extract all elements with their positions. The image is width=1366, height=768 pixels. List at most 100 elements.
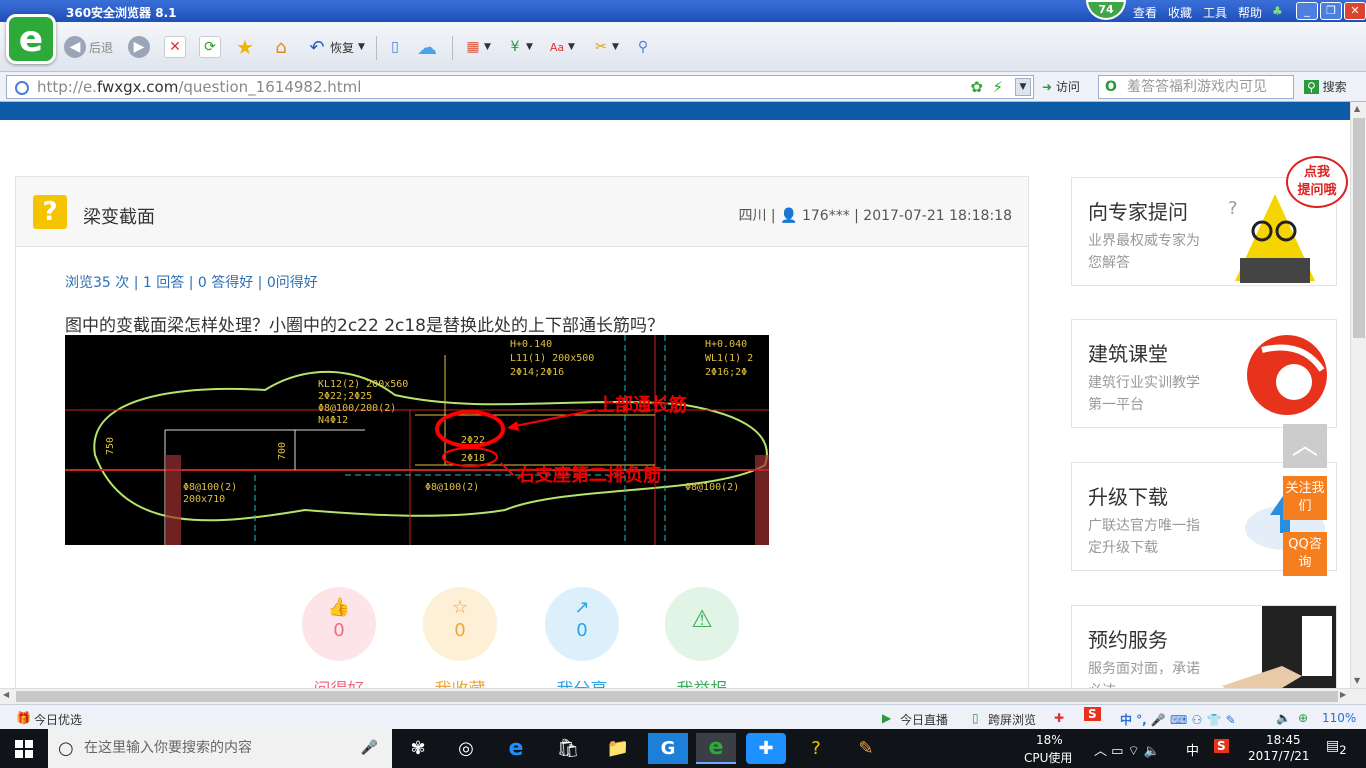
cross-screen-link[interactable]: 跨屏浏览: [988, 711, 1036, 728]
like-button[interactable]: 👍 0: [302, 587, 376, 661]
today-live-link[interactable]: 今日直播: [900, 711, 948, 728]
taskbar-search-input[interactable]: ○ 在这里输入你要搜索的内容 🎤: [48, 729, 392, 768]
payment-button[interactable]: ¥ ▼: [504, 36, 533, 58]
skin-icon[interactable]: ♣: [1272, 4, 1283, 18]
annotation-top-bar: 上部通长筋: [597, 394, 687, 416]
url-input[interactable]: http://e.fwxgx.com/question_1614982.html…: [6, 75, 1034, 99]
stop-button[interactable]: ✕: [164, 36, 186, 58]
glodon-app-icon[interactable]: G: [648, 733, 688, 764]
ime-indicator[interactable]: 中: [1186, 740, 1199, 759]
scroll-left-icon[interactable]: ◀: [3, 690, 9, 699]
cad-drawing-image[interactable]: KL12(2) 200x560 2Φ22;2Φ25 Φ8@100/200(2) …: [65, 335, 769, 545]
forward-button[interactable]: ▶: [128, 36, 150, 58]
ask-question-bubble[interactable]: 点我 提问哦: [1286, 156, 1348, 208]
search-input[interactable]: O 羞答答福利游戏内可见: [1098, 75, 1294, 99]
browser-swirl-icon[interactable]: ◎: [446, 733, 486, 764]
scroll-down-icon[interactable]: ▼: [1354, 676, 1360, 685]
page-icon: [15, 81, 29, 95]
scroll-up-icon[interactable]: ▲: [1354, 104, 1360, 113]
report-button[interactable]: ⚠: [665, 587, 739, 661]
file-explorer-icon[interactable]: 📁: [598, 733, 638, 764]
zoom-button[interactable]: ⚲: [632, 36, 654, 58]
minimize-button[interactable]: _: [1296, 2, 1318, 20]
apps-grid-icon: ▦: [466, 39, 480, 55]
screenshot-button[interactable]: ✂ ▼: [590, 36, 619, 58]
mobile-button[interactable]: ▯: [384, 36, 406, 58]
svg-text:200x710: 200x710: [183, 494, 225, 505]
apps-button[interactable]: ▦ ▼: [462, 36, 491, 58]
search-icon: ⚲: [1304, 80, 1319, 94]
cpu-percent: 18%: [1036, 733, 1063, 747]
star-icon: ★: [236, 35, 254, 59]
refresh-icon: ⟳: [199, 36, 221, 58]
volume-icon[interactable]: 🔈: [1276, 711, 1291, 725]
star-icon: ☆: [451, 597, 469, 618]
back-to-top-button[interactable]: ︿: [1283, 424, 1327, 468]
windows-taskbar: ○ 在这里输入你要搜索的内容 🎤 ✾ ◎ e 🛍 📁 G e ✚ ? ✎ 18%…: [0, 729, 1366, 768]
security-icon[interactable]: ✚: [1054, 711, 1064, 725]
favorite-button[interactable]: ★: [234, 35, 256, 59]
browser-logo-icon[interactable]: e: [6, 14, 56, 64]
svg-text:2Φ18: 2Φ18: [461, 453, 485, 464]
user-level-badge[interactable]: 74: [1086, 0, 1126, 20]
vertical-scrollbar[interactable]: ▲ ▼: [1350, 102, 1366, 688]
phone-icon: ▯: [972, 711, 979, 725]
go-arrow-icon: ➜: [1042, 80, 1053, 94]
question-app-icon[interactable]: ?: [796, 733, 836, 764]
vertical-scroll-thumb[interactable]: [1353, 118, 1365, 338]
secure-icon[interactable]: ✿: [970, 76, 983, 98]
thumb-up-icon: 👍: [327, 597, 351, 618]
favorite-question-button[interactable]: ☆ 0: [423, 587, 497, 661]
url-dropdown-icon[interactable]: ▼: [1015, 78, 1031, 96]
question-text: 图中的变截面梁怎样处理？小圈中的2c22 2c18是替换此处的上下部通长筋吗？: [65, 316, 664, 336]
windows-start-button[interactable]: [0, 729, 48, 768]
appointment-service-card[interactable]: 预约服务 服务面对面，承诺必达: [1071, 605, 1337, 688]
menu-favorites[interactable]: 收藏: [1168, 4, 1192, 21]
restore-button[interactable]: ↶ 恢复 ▼: [306, 36, 364, 58]
microphone-icon[interactable]: 🎤: [361, 729, 378, 768]
visit-button[interactable]: ➜ 访问: [1042, 78, 1080, 95]
search-button[interactable]: ⚲ 搜索: [1304, 78, 1347, 95]
cloud-button[interactable]: ☁: [416, 35, 438, 59]
sogou-tray-icon[interactable]: S: [1214, 739, 1229, 753]
toolbar-separator: [452, 36, 453, 60]
svg-text:Φ8@100(2): Φ8@100(2): [183, 482, 237, 493]
share-button[interactable]: ↗ 0: [545, 587, 619, 661]
tray-icons[interactable]: ︿ ▭ ⌔ 🔈: [1094, 740, 1160, 759]
menu-help[interactable]: 帮助: [1238, 4, 1262, 21]
notes-app-icon[interactable]: ✎: [846, 733, 886, 764]
today-picks-link[interactable]: 今日优选: [34, 711, 82, 728]
address-bar: http://e.fwxgx.com/question_1614982.html…: [0, 72, 1366, 102]
like-label: 问得好: [294, 675, 384, 688]
ime-toolbar[interactable]: 中 °, 🎤 ⌨ ⚇ 👕 ✎: [1120, 711, 1236, 728]
maximize-button[interactable]: ❐: [1320, 2, 1342, 20]
refresh-button[interactable]: ⟳: [199, 36, 221, 58]
qq-consult-button[interactable]: QQ咨询: [1283, 532, 1327, 576]
svg-text:2Φ16;2Φ: 2Φ16;2Φ: [705, 367, 747, 378]
store-icon[interactable]: 🛍: [548, 733, 588, 764]
horizontal-scrollbar[interactable]: ◀ ▶: [0, 688, 1366, 704]
notification-center-icon[interactable]: ▤2: [1326, 738, 1347, 757]
menu-tools[interactable]: 工具: [1203, 4, 1227, 21]
clock-time[interactable]: 18:45: [1266, 733, 1301, 747]
home-button[interactable]: ⌂: [270, 36, 292, 58]
menu-view[interactable]: 查看: [1133, 4, 1157, 21]
pdf-button[interactable]: Aa ▼: [546, 36, 575, 58]
scroll-right-icon[interactable]: ▶: [1340, 690, 1346, 699]
sogou-ime-icon[interactable]: S: [1084, 707, 1101, 721]
question-stats[interactable]: 浏览35 次 | 1 回答 | 0 答得好 | 0问得好: [65, 272, 318, 292]
clock-date[interactable]: 2017/7/21: [1248, 749, 1310, 763]
app-plus-icon[interactable]: ✚: [746, 733, 786, 764]
360-browser-taskbar-icon[interactable]: e: [696, 733, 736, 764]
svg-text:WL1(1) 2: WL1(1) 2: [705, 353, 753, 364]
zoom-level[interactable]: 110%: [1322, 711, 1356, 725]
task-view-icon[interactable]: ✾: [398, 733, 438, 764]
speed-mode-icon[interactable]: ⚡: [992, 76, 1003, 98]
follow-us-button[interactable]: 关注我们: [1283, 476, 1327, 520]
edge-icon[interactable]: e: [496, 733, 536, 764]
close-button[interactable]: ✕: [1344, 2, 1366, 20]
toolbar-separator: [376, 36, 377, 60]
building-class-card[interactable]: 建筑课堂 建筑行业实训教学第一平台: [1071, 319, 1337, 428]
horizontal-scroll-thumb[interactable]: [16, 691, 1338, 702]
back-button[interactable]: ◀ 后退: [64, 36, 113, 58]
